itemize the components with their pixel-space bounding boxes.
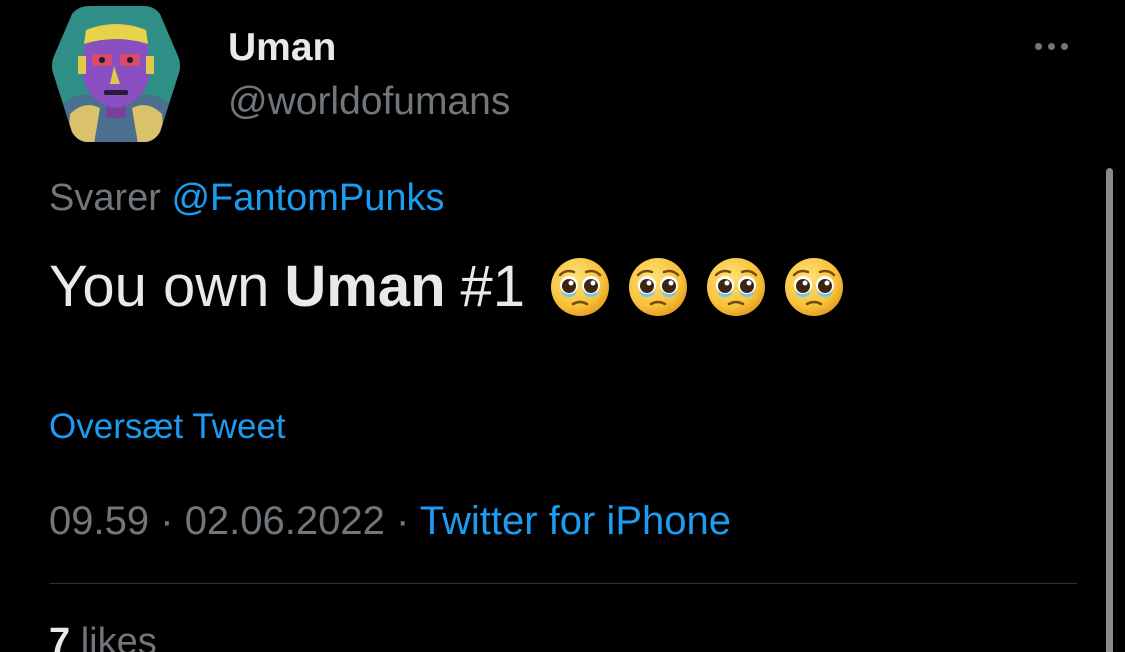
scrollbar[interactable]	[1106, 168, 1113, 652]
meta-separator: ·	[160, 499, 174, 543]
author-handle[interactable]: @worldofumans	[228, 80, 510, 124]
pleading-face-with-tears-emoji	[707, 258, 766, 316]
pleading-face-with-tears-emoji	[551, 258, 610, 316]
more-horizontal-icon	[1034, 42, 1042, 50]
emoji-row	[540, 255, 846, 319]
replying-to-label: Svarer	[49, 177, 161, 219]
tweet-text-end: #1	[460, 254, 526, 319]
more-options-button[interactable]	[1026, 32, 1076, 60]
uman-avatar-image	[52, 6, 180, 142]
tweet-text: You own Uman #1	[49, 254, 846, 320]
translate-tweet-link[interactable]: Oversæt Tweet	[49, 406, 286, 448]
pleading-face-with-tears-emoji	[785, 258, 844, 316]
tweet-time[interactable]: 09.59	[49, 499, 149, 543]
likes-count[interactable]: 7 likes	[49, 620, 157, 652]
likes-label: likes	[80, 621, 157, 652]
author-name[interactable]: Uman	[228, 26, 336, 70]
avatar[interactable]	[50, 4, 182, 144]
tweet-meta: 09.59 · 02.06.2022 · Twitter for iPhone	[49, 498, 731, 544]
meta-separator: ·	[396, 499, 410, 543]
divider	[49, 583, 1077, 584]
tweet-date[interactable]: 02.06.2022	[185, 499, 385, 543]
pleading-face-with-tears-emoji	[629, 258, 688, 316]
likes-number: 7	[49, 621, 71, 652]
tweet-text-start: You own	[49, 254, 270, 319]
tweet-text-bold: Uman	[284, 254, 446, 319]
replying-to: Svarer @FantomPunks	[49, 176, 445, 220]
tweet-detail-screen: Uman @worldofumans Svarer @FantomPunks Y…	[0, 0, 1125, 652]
replying-to-mention[interactable]: @FantomPunks	[171, 177, 444, 219]
tweet-source-link[interactable]: Twitter for iPhone	[420, 499, 731, 543]
